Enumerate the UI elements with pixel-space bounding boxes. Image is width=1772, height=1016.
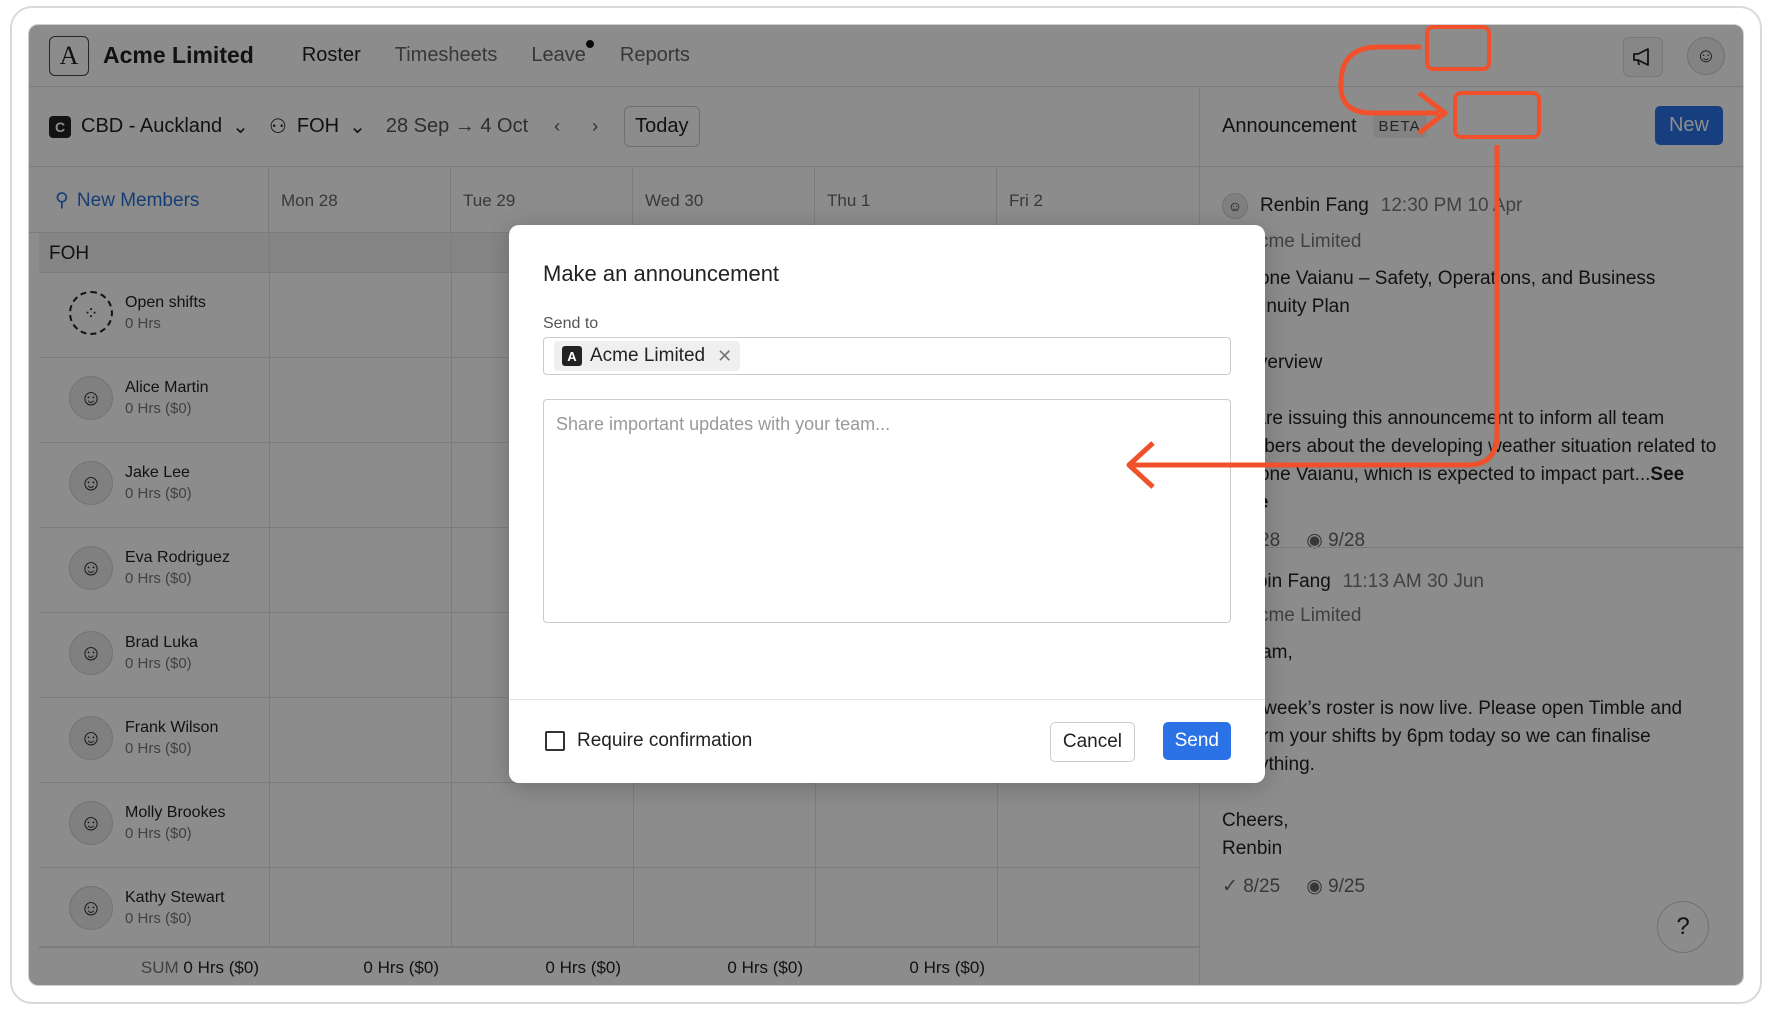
recipient-label: Acme Limited	[590, 345, 706, 366]
send-to-label: Send to	[543, 315, 599, 332]
highlight-announcement-button	[1425, 25, 1491, 71]
announcement-modal: Make an announcement Send to A Acme Limi…	[509, 225, 1265, 783]
announcement-message-input[interactable]	[543, 399, 1231, 623]
recipient-field[interactable]: A Acme Limited ✕	[543, 337, 1231, 375]
send-button[interactable]: Send	[1162, 722, 1231, 760]
modal-footer: Require confirmation Cancel Send	[509, 699, 1265, 783]
highlight-new-button	[1453, 91, 1541, 139]
close-icon[interactable]: ✕	[717, 346, 732, 367]
app-window: A Acme Limited Roster Timesheets Leave R…	[28, 24, 1744, 986]
recipient-badge: A	[562, 346, 582, 366]
modal-title: Make an announcement	[543, 261, 780, 286]
require-confirmation-checkbox[interactable]	[545, 731, 565, 751]
cancel-button[interactable]: Cancel	[1049, 722, 1135, 762]
require-confirmation-label: Require confirmation	[577, 730, 753, 751]
recipient-chip: A Acme Limited ✕	[554, 341, 741, 371]
require-confirmation-option[interactable]: Require confirmation	[545, 730, 752, 752]
